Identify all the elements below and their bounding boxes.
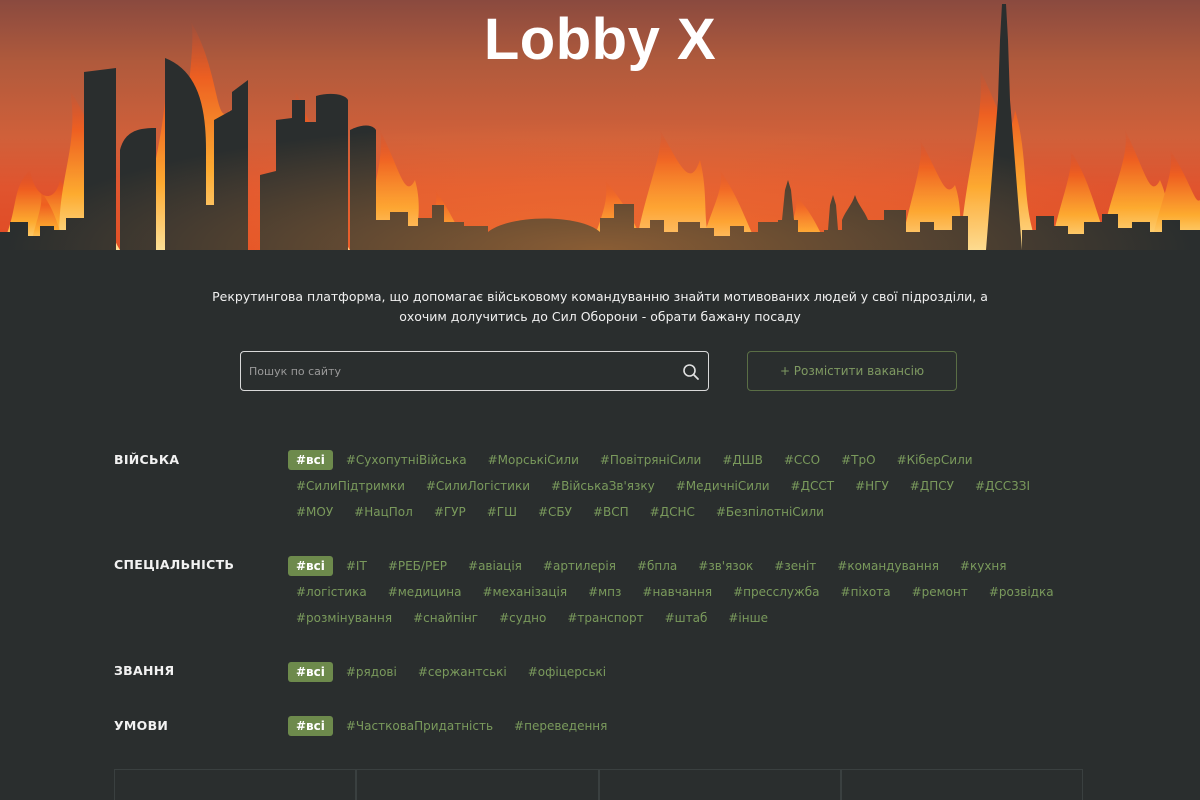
tag-chip[interactable]: #зеніт <box>766 556 824 576</box>
tag-chip[interactable]: #ДПСУ <box>902 476 962 496</box>
vacancy-cards-row <box>114 769 1083 800</box>
tag-list-conditions: #всі #ЧастковаПридатність #переведення <box>288 716 1088 736</box>
tag-chip[interactable]: #НГУ <box>847 476 897 496</box>
tag-chip[interactable]: #ССО <box>776 450 828 470</box>
tag-chip[interactable]: #рядові <box>338 662 405 682</box>
tag-chip-all[interactable]: #всі <box>288 662 333 682</box>
tag-chip[interactable]: #ВійськаЗв'язку <box>543 476 663 496</box>
tag-chip[interactable]: #ДШВ <box>714 450 771 470</box>
tag-chip[interactable]: #ЧастковаПридатність <box>338 716 501 736</box>
tag-chip[interactable]: #ремонт <box>904 582 976 602</box>
tag-chip[interactable]: #пресслужба <box>725 582 827 602</box>
tag-chip[interactable]: #БезпілотніСили <box>708 502 832 522</box>
post-vacancy-button[interactable]: + Розмістити вакансію <box>747 351 957 391</box>
vacancy-card[interactable] <box>598 769 841 800</box>
fire-glow <box>0 120 1200 250</box>
tag-chip[interactable]: #СБУ <box>530 502 580 522</box>
vacancy-card[interactable] <box>114 769 357 800</box>
tag-chip[interactable]: #піхота <box>833 582 899 602</box>
tagline-line-2: охочим долучитись до Сил Оборони - обрат… <box>399 309 801 324</box>
filter-label-conditions: УМОВИ <box>114 718 169 733</box>
tag-chip[interactable]: #СилиПідтримки <box>288 476 413 496</box>
tag-chip[interactable]: #КіберСили <box>889 450 981 470</box>
tag-chip[interactable]: #СухопутніВійська <box>338 450 475 470</box>
tag-chip[interactable]: #медицина <box>380 582 470 602</box>
tag-chip[interactable]: #кухня <box>952 556 1015 576</box>
tag-list-rank: #всі #рядові #сержантські #офіцерські <box>288 662 1088 682</box>
filter-label-troops: ВІЙСЬКА <box>114 452 180 467</box>
tag-chip[interactable]: #судно <box>491 608 554 628</box>
tag-chip[interactable]: #командування <box>829 556 947 576</box>
tag-chip[interactable]: #сержантські <box>410 662 515 682</box>
tag-chip[interactable]: #офіцерські <box>520 662 614 682</box>
tag-chip[interactable]: #РЕБ/РЕР <box>380 556 455 576</box>
tag-chip[interactable]: #МорськіСили <box>480 450 587 470</box>
tag-chip[interactable]: #МедичніСили <box>668 476 778 496</box>
tag-chip[interactable]: #ТрО <box>833 450 883 470</box>
tag-chip[interactable]: #розмінування <box>288 608 400 628</box>
filter-label-specialty: СПЕЦІАЛЬНІСТЬ <box>114 557 235 572</box>
tag-chip[interactable]: #логістика <box>288 582 375 602</box>
vacancy-card[interactable] <box>356 769 599 800</box>
tag-chip[interactable]: #ГШ <box>479 502 525 522</box>
vacancy-card[interactable] <box>840 769 1083 800</box>
tag-chip[interactable]: #механізація <box>474 582 575 602</box>
platform-tagline: Рекрутингова платформа, що допомагає вій… <box>200 287 1000 327</box>
tag-chip[interactable]: #IT <box>338 556 375 576</box>
tag-chip[interactable]: #МОУ <box>288 502 341 522</box>
tag-chip[interactable]: #розвідка <box>981 582 1062 602</box>
tag-chip-all[interactable]: #всі <box>288 556 333 576</box>
tag-list-specialty: #всі #IT #РЕБ/РЕР #авіація #артилерія #бпла #з… <box>288 556 1088 628</box>
tag-chip[interactable]: #ГУР <box>426 502 474 522</box>
tag-chip[interactable]: #зв'язок <box>690 556 761 576</box>
tag-chip[interactable]: #ДСС3ЗІ <box>967 476 1038 496</box>
tag-chip[interactable]: #ДСНС <box>642 502 703 522</box>
tag-chip[interactable]: #переведення <box>506 716 615 736</box>
tag-chip-all[interactable]: #всі <box>288 716 333 736</box>
search-box[interactable] <box>240 351 709 391</box>
tag-chip[interactable]: #бпла <box>629 556 685 576</box>
tag-chip[interactable]: #транспорт <box>559 608 651 628</box>
tagline-line-1: Рекрутингова платформа, що допомагає вій… <box>212 289 988 304</box>
site-logo[interactable]: Lobby X <box>0 6 1200 73</box>
tag-chip[interactable]: #мпз <box>580 582 629 602</box>
tag-chip[interactable]: #СилиЛогістики <box>418 476 538 496</box>
tag-chip[interactable]: #навчання <box>634 582 720 602</box>
tag-chip[interactable]: #снайпінг <box>405 608 486 628</box>
hero-banner: Lobby X <box>0 0 1200 250</box>
tag-chip[interactable]: #ДССТ <box>783 476 843 496</box>
tag-chip[interactable]: #штаб <box>657 608 716 628</box>
tag-chip[interactable]: #авіація <box>460 556 530 576</box>
tag-chip[interactable]: #інше <box>720 608 776 628</box>
filter-label-rank: ЗВАННЯ <box>114 663 175 678</box>
tag-chip[interactable]: #ПовітряніСили <box>592 450 709 470</box>
tag-chip[interactable]: #ВСП <box>585 502 637 522</box>
tag-chip[interactable]: #НацПол <box>346 502 421 522</box>
tag-chip[interactable]: #артилерія <box>535 556 624 576</box>
tag-list-troops: #всі #СухопутніВійська #МорськіСили #Повітр… <box>288 450 1088 522</box>
search-input[interactable] <box>249 352 669 390</box>
tag-chip-all[interactable]: #всі <box>288 450 333 470</box>
search-icon[interactable] <box>682 363 700 381</box>
